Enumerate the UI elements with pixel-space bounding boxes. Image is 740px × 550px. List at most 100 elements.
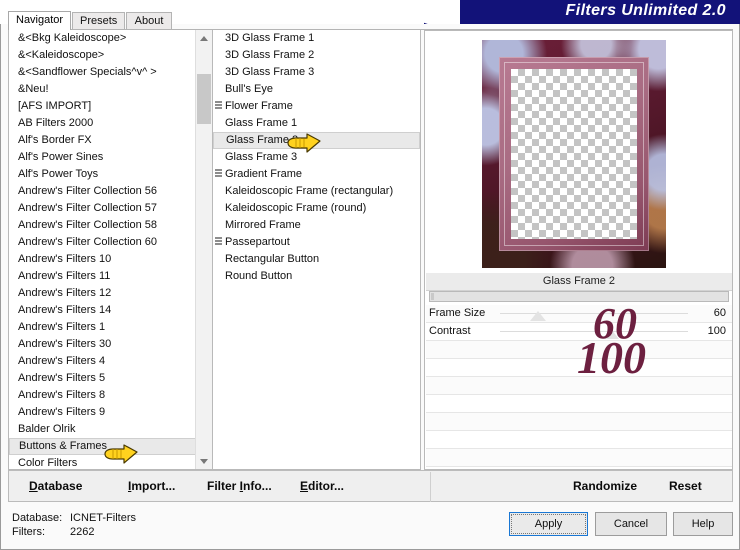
effect-item-label: Flower Frame [225, 100, 293, 112]
category-item-label: Andrew's Filters 9 [18, 406, 106, 418]
category-list-item[interactable]: Andrew's Filters 10 [9, 251, 212, 268]
parameter-row-empty [426, 431, 732, 449]
effect-preview-area[interactable] [426, 32, 732, 272]
category-list-item[interactable]: &<Kaleidoscope> [9, 47, 212, 64]
scroll-up-button[interactable] [196, 30, 212, 46]
effect-list-item[interactable]: Glass Frame 3 [213, 149, 420, 166]
category-list-item[interactable]: Andrew's Filter Collection 60 [9, 234, 212, 251]
category-item-label: Andrew's Filters 12 [18, 287, 112, 299]
parameter-label: Contrast [429, 325, 471, 337]
action-toolbar: Database Import... Filter Info... Editor… [8, 470, 733, 502]
scroll-down-button[interactable] [196, 453, 212, 469]
category-list-item[interactable]: &Neu! [9, 81, 212, 98]
parameter-value: 60 [713, 307, 726, 319]
effect-list-item[interactable]: Round Button [213, 268, 420, 285]
filter-effect-list[interactable]: 3D Glass Frame 1 3D Glass Frame 2 3D Glass… [213, 30, 420, 469]
category-item-label: &<Kaleidoscope> [18, 49, 105, 61]
effect-list-item[interactable]: Glass Frame 1 [213, 115, 420, 132]
parameter-row[interactable]: Contrast 100 [426, 323, 732, 341]
category-list-item[interactable]: Andrew's Filter Collection 56 [9, 183, 212, 200]
parameter-slider-track[interactable] [500, 331, 688, 332]
randomize-button[interactable]: Randomize [573, 479, 637, 493]
effect-list-item[interactable]: 3D Glass Frame 3 [213, 64, 420, 81]
effect-item-label: Passepartout [225, 236, 290, 248]
effect-list-item[interactable]: Gradient Frame [213, 166, 420, 183]
effect-item-label: Glass Frame 2 [226, 134, 299, 146]
category-item-label: &<Bkg Kaleidoscope> [18, 32, 127, 44]
effect-list-item[interactable]: Mirrored Frame [213, 217, 420, 234]
chevron-up-icon [200, 36, 208, 41]
effect-list-item[interactable]: Kaleidoscopic Frame (rectangular) [213, 183, 420, 200]
category-list-item[interactable]: AB Filters 2000 [9, 115, 212, 132]
parameter-slider-thumb[interactable] [603, 329, 620, 339]
category-list-item[interactable]: [AFS IMPORT] [9, 98, 212, 115]
effect-item-label: Mirrored Frame [225, 219, 301, 231]
category-list-item[interactable]: Buttons & Frames [9, 438, 212, 455]
category-item-label: Andrew's Filters 4 [18, 355, 106, 367]
category-item-label: Andrew's Filter Collection 56 [18, 185, 158, 197]
import-button[interactable]: Import... [128, 479, 175, 493]
effect-list-item[interactable]: Passepartout [213, 234, 420, 251]
category-list-item[interactable]: Andrew's Filter Collection 57 [9, 200, 212, 217]
category-list-item[interactable]: Balder Olrik [9, 421, 212, 438]
category-list-item[interactable]: Alf's Border FX [9, 132, 212, 149]
category-list-item[interactable]: Andrew's Filters 30 [9, 336, 212, 353]
stacked-bars-icon [215, 101, 222, 110]
effect-item-label: Glass Frame 1 [225, 117, 298, 129]
tab-navigator[interactable]: Navigator [8, 11, 71, 30]
help-button[interactable]: Help [673, 512, 733, 536]
filters-label: Filters: [12, 526, 45, 538]
category-list-item[interactable]: Andrew's Filters 11 [9, 268, 212, 285]
reset-button[interactable]: Reset [669, 479, 702, 493]
category-list-item[interactable]: Andrew's Filters 12 [9, 285, 212, 302]
category-item-label: Andrew's Filter Collection 58 [18, 219, 158, 231]
category-list-item[interactable]: Andrew's Filters 4 [9, 353, 212, 370]
parameter-row[interactable]: Frame Size 60 [426, 305, 732, 323]
tab-about[interactable]: About [126, 12, 172, 30]
parameter-row-empty [426, 377, 732, 395]
toolbar-separator [430, 472, 431, 502]
category-list-item[interactable]: Color Filters [9, 455, 212, 469]
effect-item-label: 3D Glass Frame 3 [225, 66, 315, 78]
category-list-item[interactable]: Andrew's Filters 8 [9, 387, 212, 404]
cancel-button[interactable]: Cancel [595, 512, 667, 536]
filter-category-list[interactable]: &<Bkg Kaleidoscope> &<Kaleidoscope> &<Sand… [9, 30, 212, 469]
effect-list-item[interactable]: Kaleidoscopic Frame (round) [213, 200, 420, 217]
category-item-label: Andrew's Filters 30 [18, 338, 112, 350]
effect-list-item[interactable]: Rectangular Button [213, 251, 420, 268]
parameter-slider-thumb[interactable] [530, 311, 547, 321]
effect-item-label: 3D Glass Frame 2 [225, 49, 315, 61]
editor-button[interactable]: Editor... [300, 479, 344, 493]
category-list-item[interactable]: Alf's Power Sines [9, 149, 212, 166]
filter-effect-list-panel: 3D Glass Frame 1 3D Glass Frame 2 3D Glass… [213, 30, 421, 470]
category-list-scrollbar[interactable] [195, 30, 212, 469]
effect-list-item[interactable]: 3D Glass Frame 2 [213, 47, 420, 64]
effect-list-item[interactable]: 3D Glass Frame 1 [213, 30, 420, 47]
effect-list-item[interactable]: Flower Frame [213, 98, 420, 115]
chevron-down-icon [200, 459, 208, 464]
category-list-item[interactable]: &<Sandflower Specials^v^ > [9, 64, 212, 81]
parameter-label: Frame Size [429, 307, 486, 319]
category-list-item[interactable]: Andrew's Filters 14 [9, 302, 212, 319]
filter-info-button[interactable]: Filter Info... [207, 479, 272, 493]
effect-item-label: Round Button [225, 270, 293, 282]
effect-item-label: Bull's Eye [225, 83, 273, 95]
preset-bar[interactable] [429, 291, 729, 302]
category-item-label: Andrew's Filter Collection 60 [18, 236, 158, 248]
effect-list-item[interactable]: Glass Frame 2 [213, 132, 420, 149]
category-list-item[interactable]: &<Bkg Kaleidoscope> [9, 30, 212, 47]
database-button[interactable]: Database [29, 479, 82, 493]
category-list-item[interactable]: Andrew's Filters 1 [9, 319, 212, 336]
category-list-item[interactable]: Andrew's Filters 5 [9, 370, 212, 387]
tab-presets[interactable]: Presets [72, 12, 125, 30]
parameter-rows: Frame Size 60 Contrast 100 [426, 305, 732, 485]
scrollbar-thumb[interactable] [197, 74, 211, 124]
parameter-slider-track[interactable] [500, 313, 688, 314]
effect-item-label: Gradient Frame [225, 168, 303, 180]
effect-item-label: Kaleidoscopic Frame (rectangular) [225, 185, 394, 197]
category-list-item[interactable]: Andrew's Filters 9 [9, 404, 212, 421]
apply-button[interactable]: Apply [509, 512, 588, 536]
category-list-item[interactable]: Andrew's Filter Collection 58 [9, 217, 212, 234]
effect-list-item[interactable]: Bull's Eye [213, 81, 420, 98]
category-list-item[interactable]: Alf's Power Toys [9, 166, 212, 183]
